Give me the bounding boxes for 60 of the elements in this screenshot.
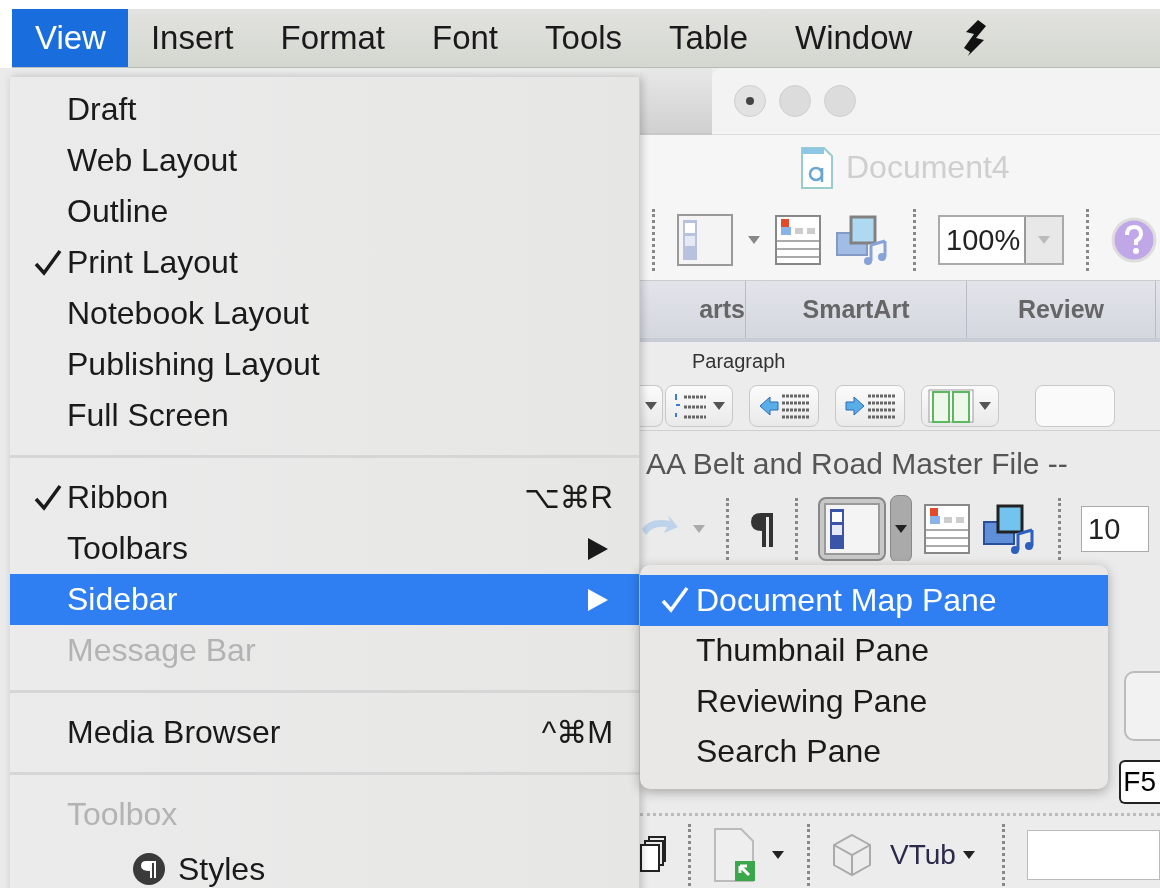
- stack-icon[interactable]: [640, 835, 666, 875]
- menu-item[interactable]: Publishing Layout: [10, 339, 639, 390]
- menu-item[interactable]: Full Screen: [10, 390, 639, 441]
- menu-item[interactable]: Draft: [10, 84, 639, 135]
- menu-bar-item[interactable]: Window: [772, 9, 937, 67]
- window-title: AA Belt and Road Master File --: [646, 446, 1068, 481]
- close-button[interactable]: [734, 85, 766, 117]
- menu-item[interactable]: Outline: [10, 186, 639, 237]
- dropdown-button[interactable]: [640, 385, 663, 427]
- caret-icon: [961, 850, 976, 860]
- menu-item[interactable]: Print Layout: [10, 237, 639, 288]
- menu-item[interactable]: Ribbon ⌥⌘R: [10, 472, 639, 523]
- input-field[interactable]: [1026, 830, 1160, 880]
- menu-bar-item[interactable]: Insert: [127, 9, 258, 67]
- menu-bar-item[interactable]: Font: [409, 9, 523, 67]
- menu-item[interactable]: Toolbars: [10, 523, 639, 574]
- menu-item[interactable]: Thumbnail Pane: [640, 625, 1108, 676]
- table-icon[interactable]: [924, 503, 970, 554]
- dropdown-button[interactable]: [890, 494, 912, 563]
- menu-item[interactable]: Document Map Pane: [640, 575, 1108, 626]
- caret-icon[interactable]: [712, 401, 726, 411]
- indent-button[interactable]: [835, 385, 905, 427]
- table-icon[interactable]: [775, 215, 821, 265]
- caret-icon[interactable]: [644, 401, 658, 411]
- menu-item[interactable]: Search Pane: [640, 726, 1108, 777]
- menu-item[interactable]: Notebook Layout: [10, 288, 639, 339]
- menu-bar-item[interactable]: Format: [257, 9, 409, 67]
- caret-icon: [1037, 235, 1052, 245]
- caret-icon[interactable]: [771, 850, 785, 860]
- document-arrow-icon[interactable]: [713, 827, 757, 883]
- caret-icon[interactable]: [978, 401, 992, 411]
- shortcut-text: ⌥⌘R: [523, 479, 613, 516]
- menu-bar-item[interactable]: Table: [646, 9, 772, 67]
- paragraph-icon: [132, 852, 166, 886]
- submenu-arrow-icon: [587, 587, 609, 612]
- ribbon-tab[interactable]: SmartArt: [746, 281, 967, 338]
- layout-icon[interactable]: [677, 214, 733, 266]
- columns-icon: [928, 389, 974, 423]
- shortcut-text: ^⌘M: [541, 714, 613, 751]
- ribbon-tab[interactable]: Review: [967, 281, 1156, 338]
- numbered-list-icon: [672, 391, 708, 421]
- menu-item[interactable]: Reviewing Pane: [640, 676, 1108, 727]
- outdent-button[interactable]: [749, 385, 819, 427]
- numbered-list-button[interactable]: [665, 385, 733, 427]
- caret-icon[interactable]: [894, 523, 908, 534]
- document-icon: [800, 145, 834, 190]
- menu-bar-item[interactable]: Tools: [522, 9, 647, 67]
- zoom-field[interactable]: 100%: [938, 215, 1065, 265]
- key-label: F5: [1119, 760, 1160, 804]
- style-dropdown[interactable]: VTub: [886, 835, 980, 875]
- layout-icon[interactable]: [824, 502, 880, 555]
- group-label: Paragraph: [692, 350, 786, 373]
- menu-item[interactable]: Sidebar: [10, 574, 639, 625]
- submenu-arrow-icon: [587, 536, 609, 561]
- sidebar-toggle-button[interactable]: [818, 496, 886, 561]
- menu-item[interactable]: Web Layout: [10, 135, 639, 186]
- zoom-field[interactable]: 10: [1081, 505, 1149, 552]
- menu-item[interactable]: Styles: [10, 844, 639, 888]
- menu-bar-item[interactable]: View: [12, 9, 128, 67]
- menu-item[interactable]: Media Browser ^⌘M: [10, 707, 639, 758]
